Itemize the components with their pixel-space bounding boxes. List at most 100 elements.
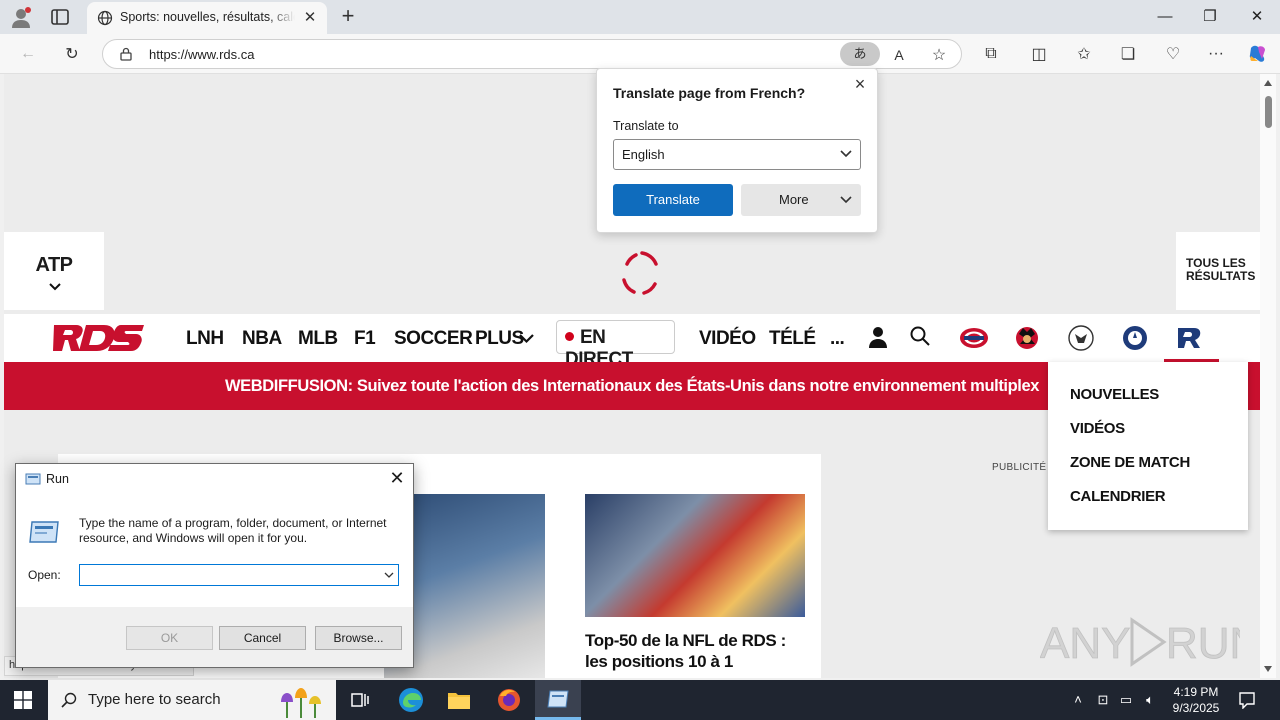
loading-spinner-icon (622, 251, 658, 295)
collections-icon[interactable]: ❏ (1116, 42, 1140, 66)
translate-icon[interactable]: あ (840, 42, 880, 66)
copilot-icon[interactable] (1246, 42, 1270, 66)
nav-lnh[interactable]: LNH (186, 328, 224, 350)
browser-essentials-icon[interactable]: ♡ (1161, 42, 1185, 66)
ok-button[interactable]: OK (126, 626, 213, 650)
translate-close-icon[interactable]: × (852, 75, 868, 93)
browser-tab-bar: Sports: nouvelles, résultats, calendrier… (0, 0, 1280, 34)
restore-icon[interactable]: ❐ (1199, 6, 1221, 28)
alouettes-logo-icon[interactable] (1066, 324, 1096, 352)
taskbar-clock[interactable]: 4:19 PM 9/3/2025 (1166, 684, 1226, 716)
run-titlebar[interactable]: Run ✕ (16, 464, 413, 494)
all-results-link[interactable]: TOUS LES RÉSULTATS (1176, 232, 1260, 310)
cancel-button[interactable]: Cancel (219, 626, 306, 650)
scorebox-selector[interactable]: ATP (4, 232, 104, 310)
article-title[interactable]: Top-50 de la NFL de RDS : les positions … (585, 630, 805, 672)
run-close-icon[interactable]: ✕ (387, 468, 407, 488)
rocket-logo-icon[interactable] (1174, 324, 1204, 352)
open-input[interactable] (79, 564, 399, 586)
nav-more[interactable]: ... (830, 328, 845, 350)
search-icon[interactable] (910, 326, 930, 346)
dropdown-item-videos[interactable]: VIDÉOS (1070, 420, 1125, 437)
live-button[interactable]: EN DIRECT (556, 320, 675, 370)
read-aloud-icon[interactable]: A (887, 43, 911, 67)
scorebox-label: ATP (35, 254, 73, 276)
network-icon[interactable]: ▭ (1118, 692, 1134, 708)
more-menu-icon[interactable]: ··· (1204, 42, 1228, 66)
nav-nba[interactable]: NBA (242, 328, 282, 350)
url-text: https://www.rds.ca (149, 47, 255, 62)
notifications-icon[interactable] (1238, 691, 1256, 709)
browse-button[interactable]: Browse... (315, 626, 402, 650)
active-tab[interactable]: Sports: nouvelles, résultats, calendrier… (87, 2, 327, 34)
scroll-up-icon[interactable] (1264, 80, 1272, 86)
window-close-icon[interactable]: ✕ (1246, 6, 1268, 28)
clock-time: 4:19 PM (1173, 685, 1219, 699)
page-scrollbar[interactable] (1260, 74, 1276, 678)
nav-soccer[interactable]: SOCCER (394, 328, 473, 350)
nav-plus[interactable]: PLUS (475, 328, 524, 350)
scroll-thumb[interactable] (1265, 96, 1272, 128)
refresh-icon[interactable]: ↻ (60, 42, 84, 66)
anyrun-watermark-logo: ANY RUN (1040, 617, 1240, 668)
search-icon (61, 692, 77, 708)
globe-icon (97, 10, 113, 26)
cf-montreal-logo-icon[interactable] (1120, 324, 1150, 352)
clock-date: 9/3/2025 (1172, 701, 1220, 715)
dropdown-item-nouvelles[interactable]: NOUVELLES (1070, 386, 1159, 403)
senators-logo-icon[interactable] (1012, 324, 1042, 352)
nav-mlb[interactable]: MLB (298, 328, 338, 350)
live-dot-icon (565, 332, 574, 341)
run-program-icon (29, 521, 59, 543)
dropdown-item-zone-de-match[interactable]: ZONE DE MATCH (1070, 454, 1190, 471)
firefox-icon[interactable] (486, 680, 532, 720)
lock-icon[interactable] (119, 47, 133, 61)
windows-start-icon[interactable] (14, 691, 32, 709)
tab-actions-icon[interactable] (50, 8, 70, 26)
chevron-down-icon (49, 283, 61, 291)
scroll-down-icon[interactable] (1264, 666, 1272, 672)
canadiens-logo-icon[interactable] (959, 324, 989, 352)
dropdown-item-calendrier[interactable]: CALENDRIER (1070, 488, 1166, 505)
split-screen-icon[interactable]: ◫ (1027, 42, 1051, 66)
file-explorer-icon[interactable] (436, 680, 482, 720)
minimize-icon[interactable]: — (1154, 6, 1176, 28)
run-app-icon (25, 473, 41, 485)
publicity-label: PUBLICITÉ (992, 462, 1047, 473)
taskbar-search[interactable]: Type here to search (48, 680, 336, 720)
tab-close-icon[interactable]: ✕ (302, 10, 318, 26)
back-icon[interactable]: ← (16, 42, 40, 66)
nav-tele[interactable]: TÉLÉ (769, 328, 816, 350)
tulips-decoration-icon (281, 688, 321, 718)
svg-text:RUN: RUN (1166, 619, 1240, 668)
nav-video[interactable]: VIDÉO (699, 328, 756, 350)
rds-logo[interactable] (46, 323, 146, 353)
tray-device-icon[interactable]: ⊡ (1095, 692, 1111, 708)
search-placeholder: Type here to search (88, 691, 221, 708)
tray-overflow-icon[interactable]: ˄ (1070, 692, 1086, 708)
translate-popup: Translate page from French? × Translate … (596, 68, 878, 233)
edge-taskbar-icon[interactable] (388, 680, 434, 720)
run-taskbar-icon[interactable] (535, 680, 581, 720)
more-button[interactable]: More (741, 184, 861, 216)
run-description: Type the name of a program, folder, docu… (79, 516, 387, 545)
windows-taskbar: Type here to search ˄ ⊡ ▭ 🔈︎ 4:19 PM 9/3… (0, 680, 1280, 720)
plus-chevron-down-icon (519, 334, 534, 344)
task-view-icon[interactable] (337, 680, 383, 720)
new-tab-icon[interactable]: + (337, 5, 359, 28)
address-bar[interactable]: https://www.rds.ca あ A ☆ (102, 39, 962, 69)
run-title: Run (46, 472, 69, 486)
volume-icon[interactable]: 🔈︎ (1142, 692, 1158, 708)
user-icon[interactable] (868, 326, 888, 348)
favorite-star-icon[interactable]: ☆ (927, 43, 951, 67)
translate-title: Translate page from French? (613, 85, 806, 101)
favorites-icon[interactable]: ✩ (1072, 42, 1096, 66)
extensions-icon[interactable]: ⧉ (979, 42, 1003, 66)
translate-button[interactable]: Translate (613, 184, 733, 216)
dropdown-arrow-icon[interactable] (384, 571, 394, 579)
open-label: Open: (28, 568, 61, 582)
profile-icon[interactable] (10, 6, 32, 28)
language-select[interactable]: English (613, 139, 861, 170)
article-image-nfl[interactable] (585, 494, 805, 617)
nav-f1[interactable]: F1 (354, 328, 376, 350)
